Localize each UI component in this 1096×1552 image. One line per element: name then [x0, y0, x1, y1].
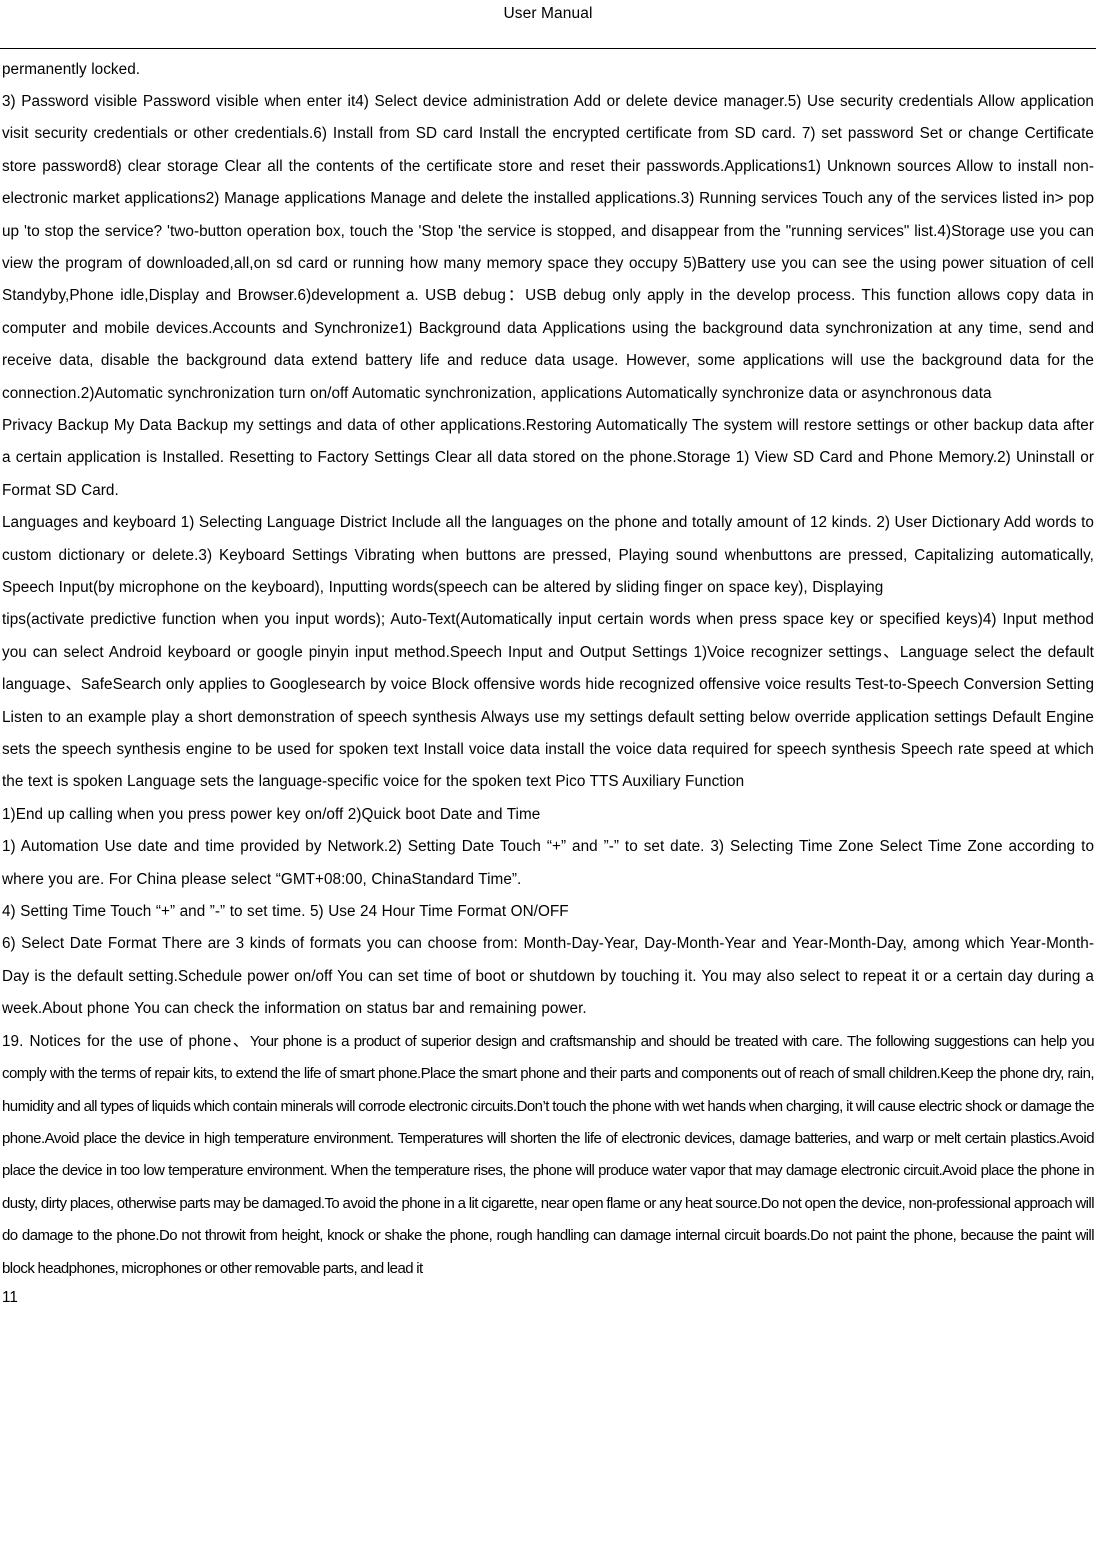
paragraph-date-format: 6) Select Date Format There are 3 kinds … — [2, 935, 1094, 1018]
paragraph-privacy-backup: Privacy Backup My Data Backup my setting… — [2, 416, 1094, 499]
paragraph-languages-keyboard: Languages and keyboard 1) Selecting Lang… — [2, 514, 1094, 596]
document-page: User Manual permanently locked. 3) Passw… — [0, 0, 1096, 1552]
page-number: 11 — [2, 1288, 18, 1306]
paragraph-security-credentials: 3) Password visible Password visible whe… — [2, 92, 1094, 402]
paragraph-permanently-locked: permanently locked. — [2, 60, 141, 78]
paragraph-automation-timezone: 1) Automation Use date and time provided… — [2, 838, 1094, 888]
header-divider — [0, 47, 1096, 49]
paragraph-setting-time: 4) Setting Time Touch “+” and ”-” to set… — [2, 903, 569, 921]
notices-lead-text: 19. Notices for the use of phone、 — [2, 1032, 250, 1050]
paragraph-power-key: 1)End up calling when you press power ke… — [2, 805, 541, 823]
page-header: User Manual — [0, 0, 1096, 22]
notices-condensed-text: Your phone is a product of superior desi… — [2, 1032, 1095, 1277]
paragraph-notices: 19. Notices for the use of phone、Your ph… — [2, 1026, 1095, 1285]
document-body: permanently locked. 3) Password visible … — [0, 54, 1096, 1311]
paragraph-tips-speech: tips(activate predictive function when y… — [2, 611, 1094, 791]
document-title: User Manual — [503, 5, 593, 22]
